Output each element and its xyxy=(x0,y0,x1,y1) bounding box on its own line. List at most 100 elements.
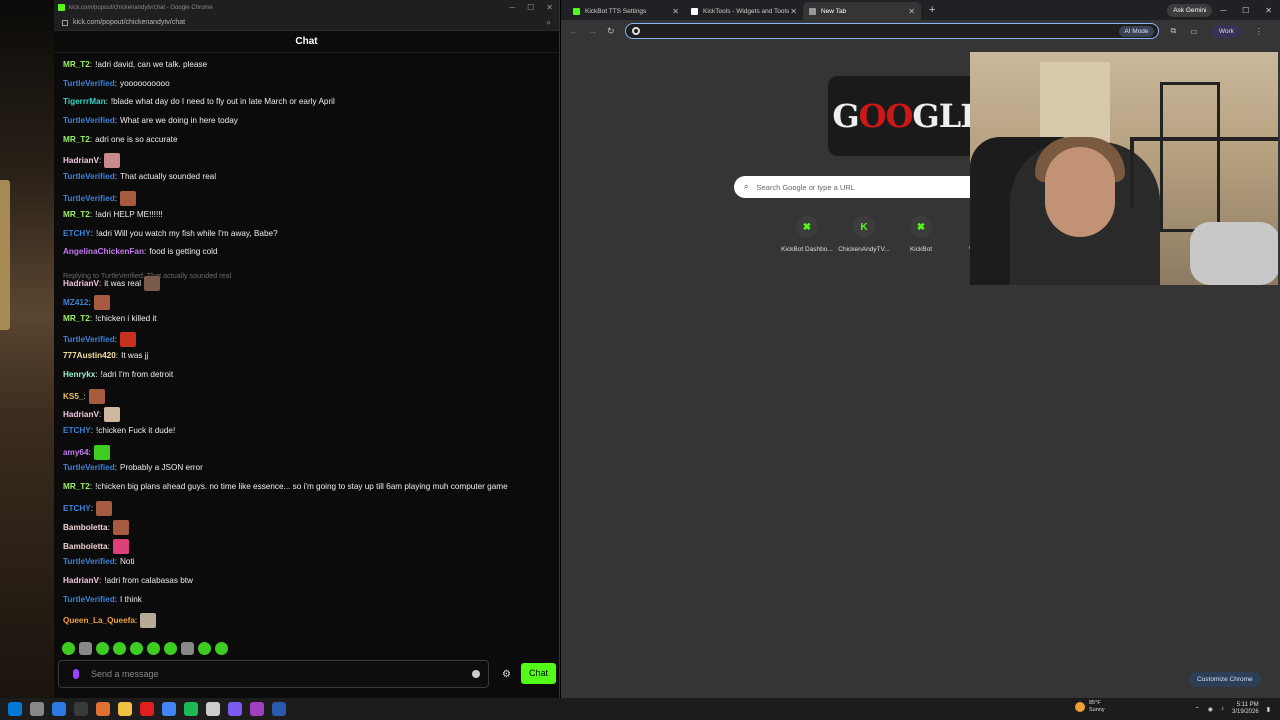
emote-button[interactable] xyxy=(113,642,126,655)
emote-button[interactable] xyxy=(79,642,92,655)
network-icon[interactable]: ◉ xyxy=(1208,706,1213,713)
close-tab-icon[interactable]: ✕ xyxy=(672,7,679,16)
chat-username[interactable]: amy64 xyxy=(63,448,89,457)
taskbar-app-icon[interactable] xyxy=(162,702,176,716)
chat-username[interactable]: MR_T2 xyxy=(63,210,90,219)
emote-button[interactable] xyxy=(181,642,194,655)
chat-emote[interactable] xyxy=(112,520,129,535)
chat-username[interactable]: TurtleVerified xyxy=(63,335,115,344)
chat-username[interactable]: AngelinaChickenFan xyxy=(63,247,144,256)
tab-kicktools[interactable]: KickTools - Widgets and Tools ✕ xyxy=(685,2,803,20)
taskbar-app-icon[interactable] xyxy=(228,702,242,716)
chat-username[interactable]: TurtleVerified xyxy=(63,194,115,203)
emote-button[interactable] xyxy=(62,642,75,655)
chat-username[interactable]: ETCHY xyxy=(63,426,91,435)
chat-username[interactable]: TurtleVerified xyxy=(63,79,115,88)
close-icon[interactable]: ✕ xyxy=(1265,6,1272,15)
emote-button[interactable] xyxy=(147,642,160,655)
chat-emote[interactable] xyxy=(144,276,161,291)
message-input[interactable]: Send a message xyxy=(58,660,489,688)
ask-gemini-button[interactable]: Ask Gemini xyxy=(1167,3,1213,17)
customize-chrome-button[interactable]: Customize Chrome xyxy=(1189,672,1261,687)
gear-icon[interactable]: ⚙ xyxy=(502,669,511,680)
google-doodle[interactable]: G OO GLE xyxy=(828,76,988,156)
taskbar-app-icon[interactable] xyxy=(184,702,198,716)
zoom-icon[interactable]: ⌕ xyxy=(547,18,551,28)
menu-icon[interactable]: ⋮ xyxy=(1255,27,1263,36)
chat-username[interactable]: HadrianV xyxy=(63,156,99,165)
maximize-icon[interactable]: ☐ xyxy=(527,3,534,12)
emote-button[interactable] xyxy=(164,642,177,655)
google-search-box[interactable]: ⌕ Search Google or type a URL xyxy=(734,176,994,198)
close-tab-icon[interactable]: ✕ xyxy=(908,7,915,16)
chat-username[interactable]: MR_T2 xyxy=(63,60,90,69)
chat-emote[interactable] xyxy=(93,295,110,310)
taskbar-app-icon[interactable] xyxy=(8,702,22,716)
emote-button[interactable] xyxy=(215,642,228,655)
taskbar-app-icon[interactable] xyxy=(74,702,88,716)
chat-username[interactable]: Henrykx xyxy=(63,370,95,379)
chat-username[interactable]: TurtleVerified xyxy=(63,463,115,472)
send-chat-button[interactable]: Chat xyxy=(521,663,556,684)
maximize-icon[interactable]: ☐ xyxy=(1242,6,1249,15)
chat-emote[interactable] xyxy=(120,191,136,206)
minimize-icon[interactable]: ─ xyxy=(1220,6,1226,15)
chat-username[interactable]: TurtleVerified xyxy=(63,116,115,125)
ai-mode-button[interactable]: AI Mode xyxy=(1119,25,1154,37)
chat-emote[interactable] xyxy=(88,389,105,404)
site-settings-icon[interactable] xyxy=(62,19,68,26)
emote-button[interactable] xyxy=(130,642,143,655)
taskbar-app-icon[interactable] xyxy=(140,702,154,716)
window-title-bar[interactable]: kick.com/popout/chickenandytv/chat - Goo… xyxy=(54,0,559,15)
tab-new-tab[interactable]: New Tab ✕ xyxy=(803,2,921,20)
clock[interactable]: 5:11 PM 3/19/2026 xyxy=(1232,702,1259,716)
chat-username[interactable]: ETCHY xyxy=(63,504,91,513)
chat-username[interactable]: HadrianV xyxy=(63,410,99,419)
chat-username[interactable]: MR_T2 xyxy=(63,135,90,144)
url-bar[interactable]: kick.com/popout/chickenandytv/chat ⌕ xyxy=(54,15,559,31)
chat-username[interactable]: 777Austin420 xyxy=(63,351,116,360)
chat-emote[interactable] xyxy=(96,501,113,516)
profile-button[interactable]: Work xyxy=(1211,24,1241,38)
taskbar-app-icon[interactable] xyxy=(52,702,66,716)
chat-emote[interactable] xyxy=(120,332,136,347)
shortcut-tile[interactable]: K ChickenAndyTV... xyxy=(836,216,892,253)
extensions-icon[interactable]: ⧉ xyxy=(1171,26,1177,36)
weather-widget[interactable]: 85°F Sunny xyxy=(1075,700,1105,714)
chat-username[interactable]: TurtleVerified xyxy=(63,595,115,604)
chat-username[interactable]: Queen_La_Queefa xyxy=(63,616,135,625)
chat-emote[interactable] xyxy=(140,613,157,628)
chat-username[interactable]: TigerrrMan xyxy=(63,97,106,106)
omnibox[interactable]: AI Mode xyxy=(624,23,1159,39)
taskbar-app-icon[interactable] xyxy=(118,702,132,716)
minimize-icon[interactable]: ─ xyxy=(509,3,515,12)
reload-icon[interactable]: ↻ xyxy=(607,26,615,37)
chat-username[interactable]: MR_T2 xyxy=(63,482,90,491)
close-tab-icon[interactable]: ✕ xyxy=(790,7,797,16)
chat-emote[interactable] xyxy=(104,153,121,168)
chat-emote[interactable] xyxy=(104,407,121,422)
shortcut-tile[interactable]: ✖ KickBot xyxy=(893,216,949,253)
shortcut-tile[interactable]: ✖ KickBot Dashbo... xyxy=(779,216,835,253)
chat-username[interactable]: Bamboletta xyxy=(63,523,108,532)
chat-emote[interactable] xyxy=(93,445,110,460)
back-icon[interactable]: ← xyxy=(569,26,578,36)
tab-kickbot-tts[interactable]: KickBot TTS Settings ✕ xyxy=(567,2,685,20)
chat-emote[interactable] xyxy=(112,539,129,554)
mic-icon[interactable] xyxy=(73,669,79,679)
taskbar-app-icon[interactable] xyxy=(96,702,110,716)
tab-search-icon[interactable]: ▭ xyxy=(1190,27,1198,36)
chat-username[interactable]: TurtleVerified xyxy=(63,172,115,181)
volume-icon[interactable]: ♪ xyxy=(1221,706,1224,712)
taskbar-app-icon[interactable] xyxy=(30,702,44,716)
emote-button[interactable] xyxy=(96,642,109,655)
new-tab-icon[interactable]: + xyxy=(929,4,935,16)
close-icon[interactable]: ✕ xyxy=(546,3,553,12)
chat-username[interactable]: ETCHY xyxy=(63,229,91,238)
forward-icon[interactable]: → xyxy=(588,26,597,36)
chat-username[interactable]: TurtleVerified xyxy=(63,557,115,566)
taskbar-app-icon[interactable] xyxy=(250,702,264,716)
notification-icon[interactable]: ▮ xyxy=(1267,706,1270,713)
taskbar-app-icon[interactable] xyxy=(272,702,286,716)
chat-username[interactable]: Bamboletta xyxy=(63,542,108,551)
